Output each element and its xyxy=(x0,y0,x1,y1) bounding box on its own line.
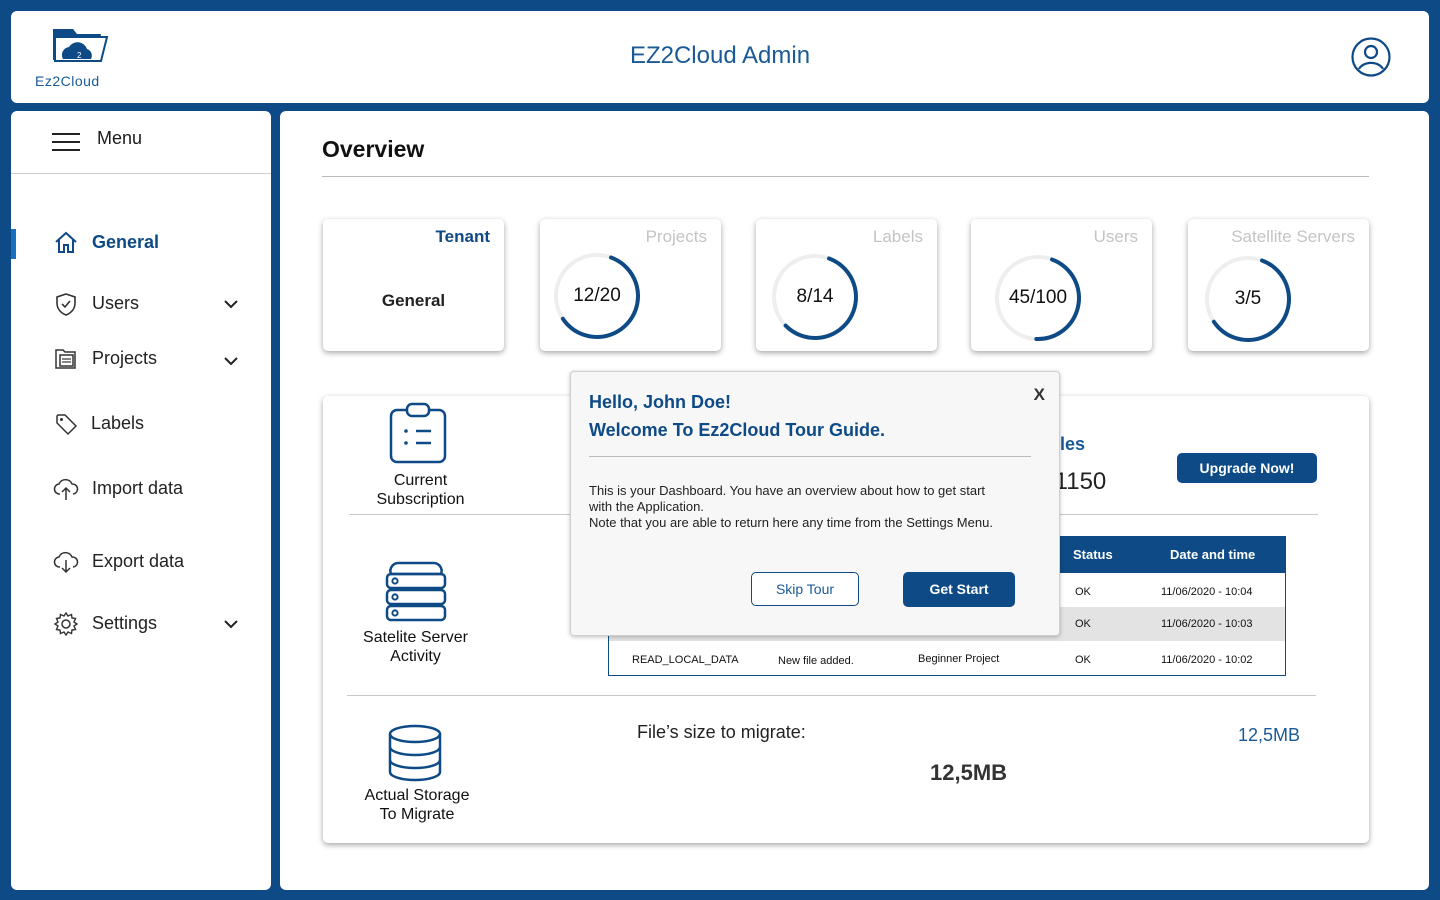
upgrade-now-button[interactable]: Upgrade Now! xyxy=(1177,453,1317,483)
storage-label-line1: Actual Storage xyxy=(364,787,470,804)
subscription-label-line1: Current xyxy=(393,472,448,489)
server-stack-icon xyxy=(385,561,447,622)
folder-stack-icon xyxy=(55,349,76,369)
sidebar-item-label: General xyxy=(92,232,160,252)
modal-title: Welcome To Ez2Cloud Tour Guide. xyxy=(589,420,886,440)
tenant-value: General xyxy=(381,291,446,310)
subscription-label-line2: Subscription xyxy=(376,491,465,508)
clipboard-icon xyxy=(389,402,447,464)
migrate-size-value: 12,5MB xyxy=(930,760,1008,785)
datetime-cell: 11/06/2020 - 10:04 xyxy=(1161,586,1253,598)
sidebar-item-users[interactable]: Users xyxy=(11,285,271,321)
page-title: Overview xyxy=(322,136,425,162)
activity-label-line1: Satelite Server xyxy=(363,629,468,646)
hamburger-icon[interactable] xyxy=(52,133,80,151)
home-icon xyxy=(55,231,77,253)
modal-body-line: with the Application. xyxy=(589,499,704,514)
storage-label-line2: To Migrate xyxy=(379,806,455,823)
divider xyxy=(347,695,1316,696)
top-header: 2 Ez2Cloud EZ2Cloud Admin xyxy=(11,11,1429,103)
ring-value: 45/100 xyxy=(1008,287,1068,308)
card-title: Satellite Servers xyxy=(1231,227,1355,246)
message-cell: New file added. xyxy=(778,655,854,667)
column-header-status[interactable]: Status xyxy=(1073,547,1113,562)
chevron-down-icon[interactable] xyxy=(221,351,241,371)
chevron-down-icon[interactable] xyxy=(221,614,241,634)
shield-icon xyxy=(56,293,76,316)
tour-guide-modal: X Hello, John Doe! Welcome To Ez2Cloud T… xyxy=(570,371,1060,636)
sidebar-item-label: Labels xyxy=(91,413,145,433)
datetime-cell: 11/06/2020 - 10:03 xyxy=(1161,618,1253,630)
column-header-datetime[interactable]: Date and time xyxy=(1170,547,1255,562)
sidebar-item-label: Import data xyxy=(92,478,184,498)
sidebar-item-label: Users xyxy=(92,293,140,313)
modal-body-line: This is your Dashboard. You have an over… xyxy=(589,483,986,498)
modal-greeting: Hello, John Doe! xyxy=(589,392,732,412)
menu-header[interactable]: Menu xyxy=(11,111,271,174)
sidebar-item-projects[interactable]: Projects xyxy=(11,340,271,376)
sidebar-item-labels[interactable]: Labels xyxy=(11,405,271,441)
action-cell: READ_LOCAL_DATA xyxy=(632,654,739,666)
card-title: Labels xyxy=(872,227,923,246)
skip-tour-button[interactable]: Skip Tour xyxy=(751,572,859,606)
card-title: Users xyxy=(1093,227,1138,246)
divider xyxy=(589,456,1031,457)
users-card[interactable]: Users 45/100 xyxy=(971,219,1152,351)
status-cell: OK xyxy=(1075,586,1091,598)
cloud-upload-icon xyxy=(53,478,79,500)
migrate-size-summary: 12,5MB xyxy=(1238,725,1301,745)
sidebar-item-label: Export data xyxy=(92,551,185,571)
table-row[interactable]: READ_LOCAL_DATA New file added. Beginner… xyxy=(609,643,1285,677)
satellite-servers-card[interactable]: Satellite Servers 3/5 xyxy=(1188,219,1369,351)
close-icon[interactable]: X xyxy=(1034,385,1045,405)
activity-label-line2: Activity xyxy=(390,648,441,665)
tenant-card[interactable]: Tenant General xyxy=(323,219,504,351)
card-title: Projects xyxy=(645,227,707,246)
activity-label: Satelite Server Activity xyxy=(348,628,483,666)
tag-icon xyxy=(56,414,78,436)
divider xyxy=(322,176,1369,177)
menu-label: Menu xyxy=(97,128,143,148)
user-circle-icon[interactable] xyxy=(1351,37,1391,77)
sidebar: Menu General Users Projects Labels Impor… xyxy=(11,111,271,890)
logo-text: Ez2Cloud xyxy=(35,73,100,89)
card-title: Tenant xyxy=(435,227,490,246)
subscription-label: Current Subscription xyxy=(353,471,488,509)
app-title: EZ2Cloud Admin xyxy=(629,42,811,69)
database-icon xyxy=(388,724,442,782)
files-label-fragment: les xyxy=(1060,434,1086,454)
labels-card[interactable]: Labels 8/14 xyxy=(756,219,937,351)
modal-body: This is your Dashboard. You have an over… xyxy=(589,483,1049,531)
ring-value: 12/20 xyxy=(573,285,621,306)
datetime-cell: 11/06/2020 - 10:02 xyxy=(1161,654,1253,666)
sidebar-item-label: Projects xyxy=(92,348,158,368)
sidebar-item-export-data[interactable]: Export data xyxy=(11,543,271,579)
storage-label: Actual Storage To Migrate xyxy=(347,786,487,824)
gear-icon xyxy=(53,611,79,637)
sidebar-item-label: Settings xyxy=(92,613,158,633)
sidebar-item-settings[interactable]: Settings xyxy=(11,605,271,641)
project-cell: Beginner Project xyxy=(918,653,1000,665)
projects-card[interactable]: Projects 12/20 xyxy=(540,219,721,351)
sidebar-item-general[interactable]: General xyxy=(11,224,271,260)
status-cell: OK xyxy=(1075,618,1091,630)
get-start-button[interactable]: Get Start xyxy=(903,572,1015,607)
cloud-download-icon xyxy=(53,551,79,574)
ring-value: 8/14 xyxy=(796,286,834,307)
sidebar-item-import-data[interactable]: Import data xyxy=(11,470,271,506)
files-size-label: File’s size to migrate: xyxy=(637,722,806,742)
chevron-down-icon[interactable] xyxy=(221,294,241,314)
modal-body-line: Note that you are able to return here an… xyxy=(589,515,993,530)
status-cell: OK xyxy=(1075,654,1091,666)
ring-value: 3/5 xyxy=(1234,288,1262,309)
